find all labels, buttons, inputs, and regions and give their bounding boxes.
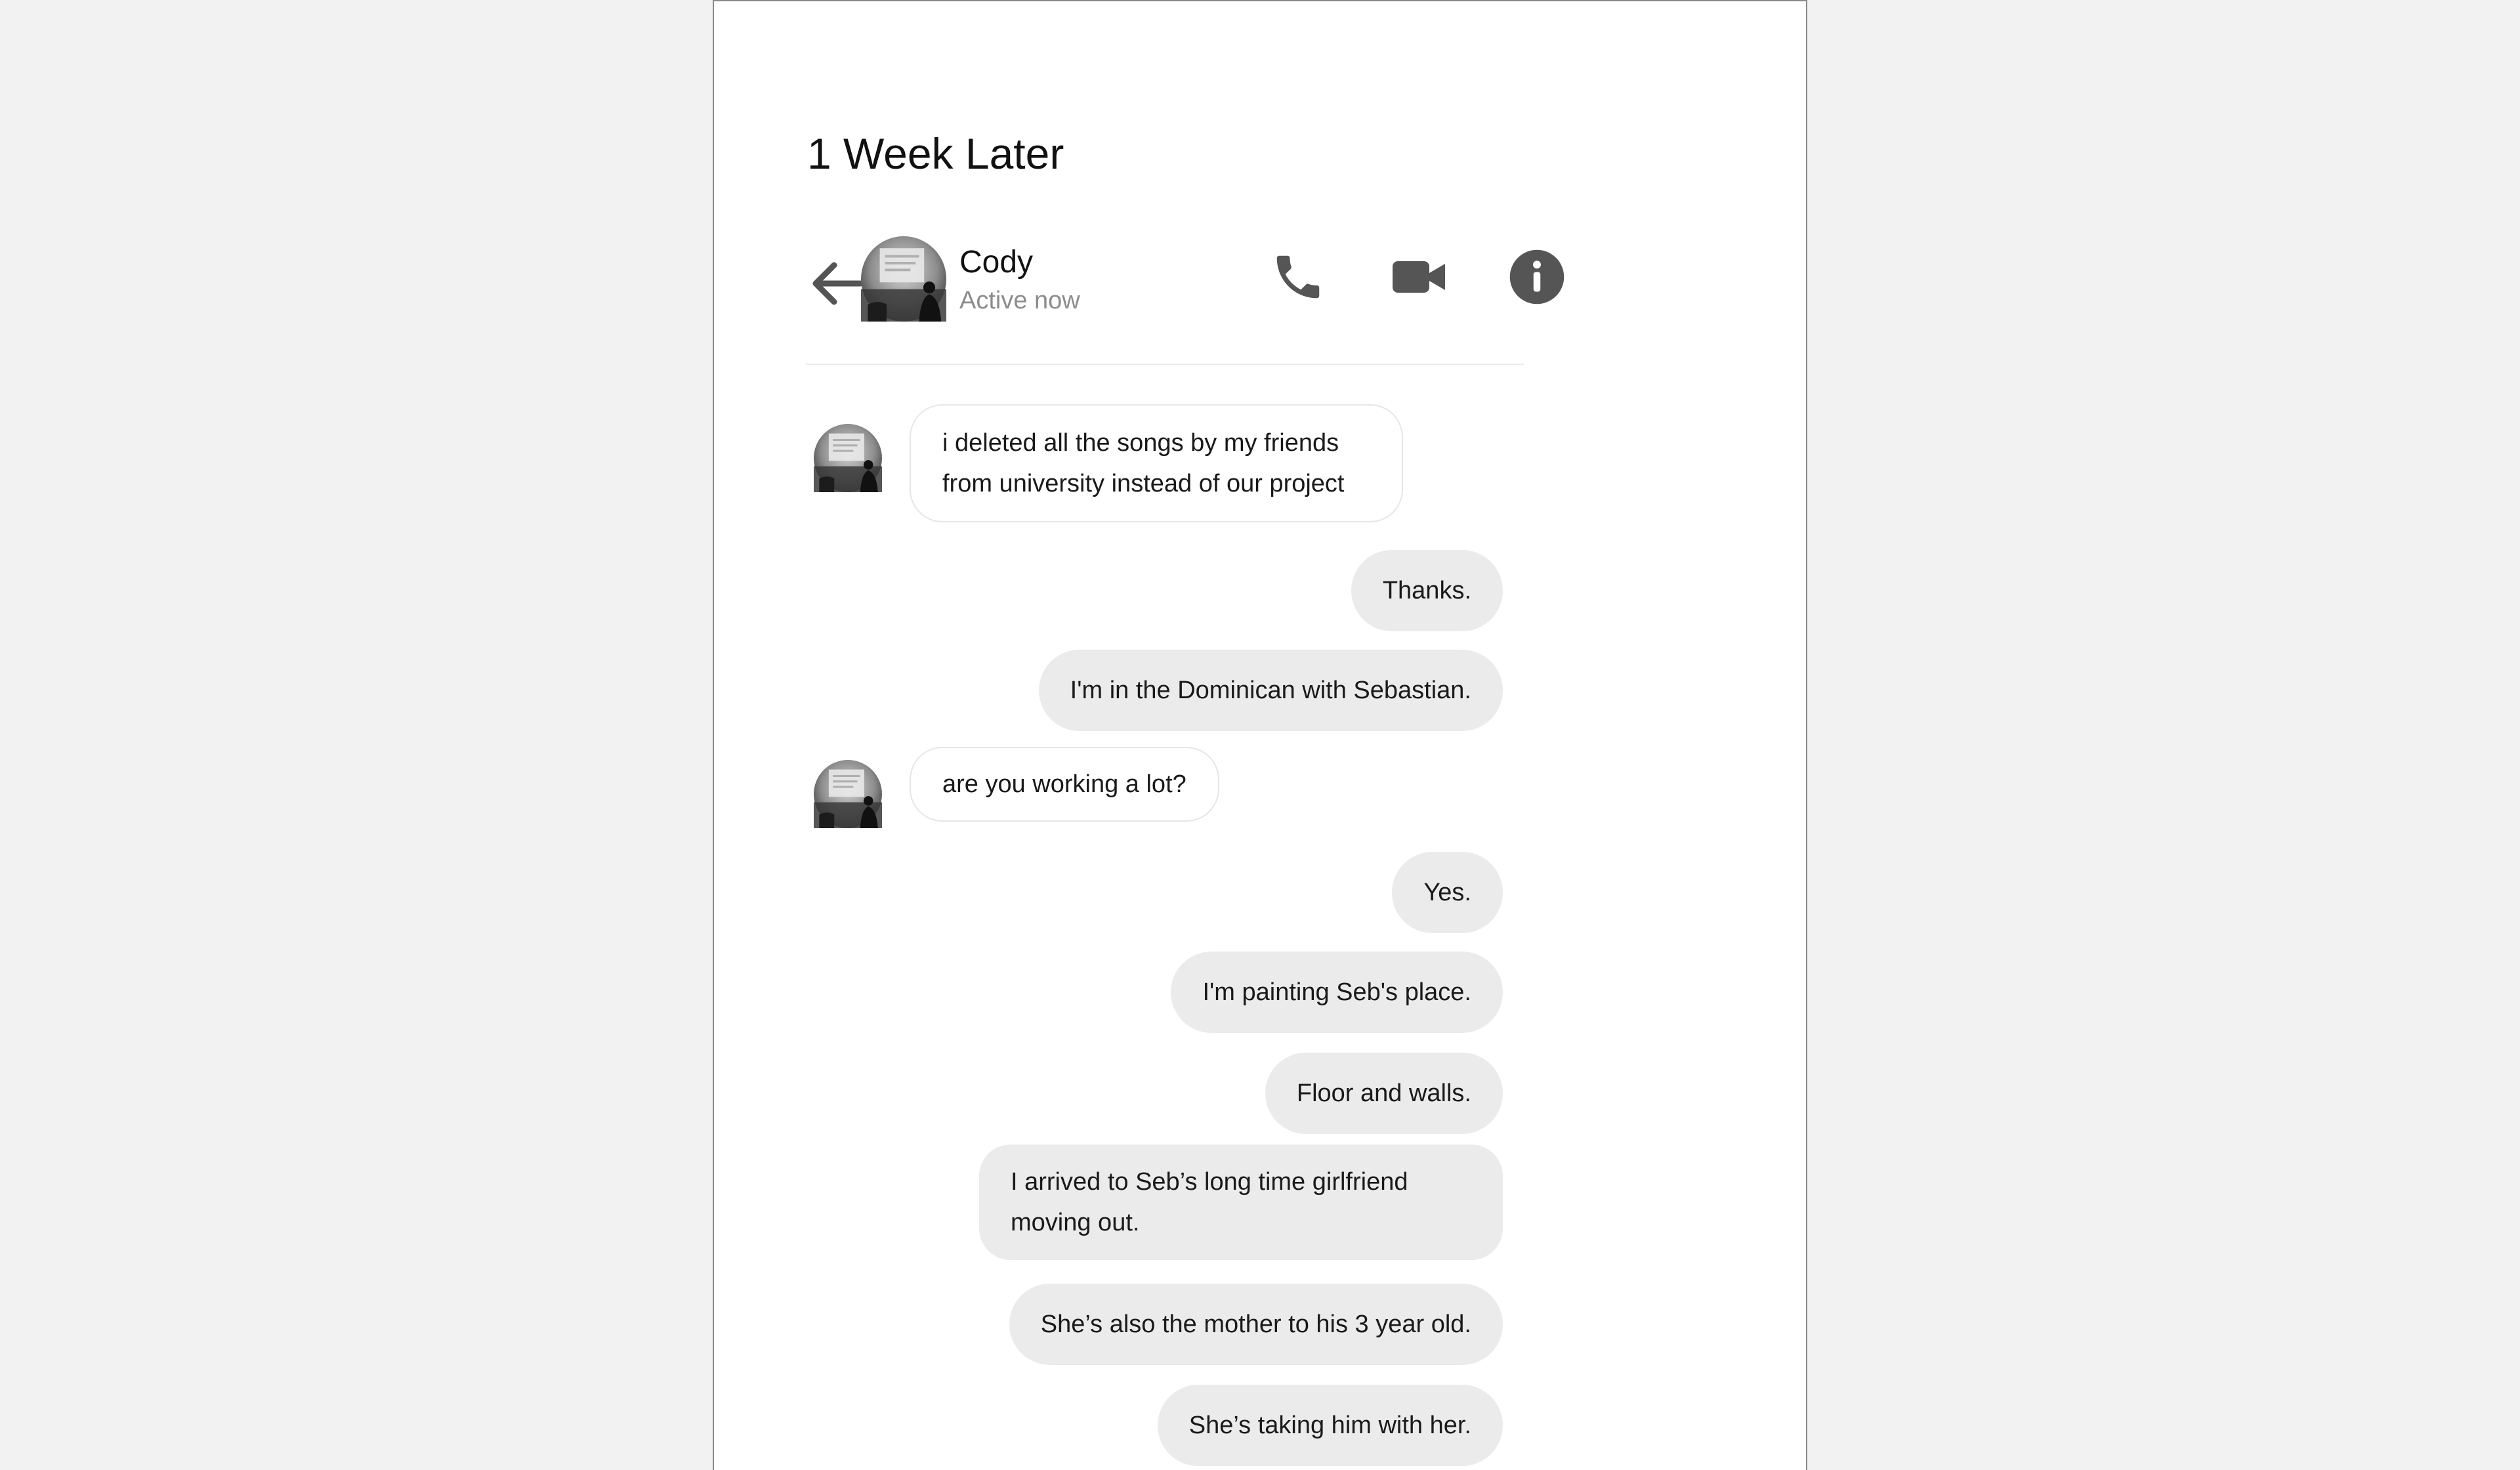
avatar bbox=[814, 424, 882, 492]
phone-icon bbox=[1276, 255, 1320, 299]
video-call-button[interactable] bbox=[1386, 244, 1452, 310]
message-bubble-outgoing[interactable]: Thanks. bbox=[1351, 550, 1503, 631]
avatar[interactable] bbox=[861, 236, 946, 322]
message-bubble-outgoing[interactable]: I arrived to Seb’s long time girlfriend … bbox=[979, 1144, 1503, 1260]
chat-header: Cody Active now bbox=[807, 231, 1564, 362]
contact-name: Cody bbox=[959, 245, 1034, 280]
info-button[interactable] bbox=[1504, 244, 1570, 310]
call-button[interactable] bbox=[1265, 244, 1331, 310]
message-bubble-outgoing[interactable]: Yes. bbox=[1392, 852, 1503, 933]
message-bubble-outgoing[interactable]: She’s also the mother to his 3 year old. bbox=[1009, 1284, 1503, 1365]
chat-screen: 1 Week Later Cody Active now i deleted a… bbox=[713, 0, 1807, 1470]
message-bubble-outgoing[interactable]: I'm in the Dominican with Sebastian. bbox=[1038, 650, 1503, 731]
avatar bbox=[814, 760, 882, 828]
page-title: 1 Week Later bbox=[807, 129, 1064, 178]
back-button[interactable] bbox=[807, 249, 868, 318]
message-bubble-incoming[interactable]: i deleted all the songs by my friends fr… bbox=[910, 404, 1403, 522]
message-bubble-outgoing[interactable]: She’s taking him with her. bbox=[1157, 1385, 1503, 1466]
arrow-left-icon bbox=[812, 262, 864, 305]
message-bubble-outgoing[interactable]: I'm painting Seb's place. bbox=[1171, 952, 1503, 1033]
message-bubble-outgoing[interactable]: Floor and walls. bbox=[1265, 1053, 1503, 1134]
video-camera-icon bbox=[1393, 261, 1445, 293]
header-divider bbox=[806, 364, 1524, 365]
message-bubble-incoming[interactable]: are you working a lot? bbox=[910, 747, 1219, 822]
contact-status: Active now bbox=[959, 287, 1080, 314]
info-icon bbox=[1509, 249, 1564, 304]
